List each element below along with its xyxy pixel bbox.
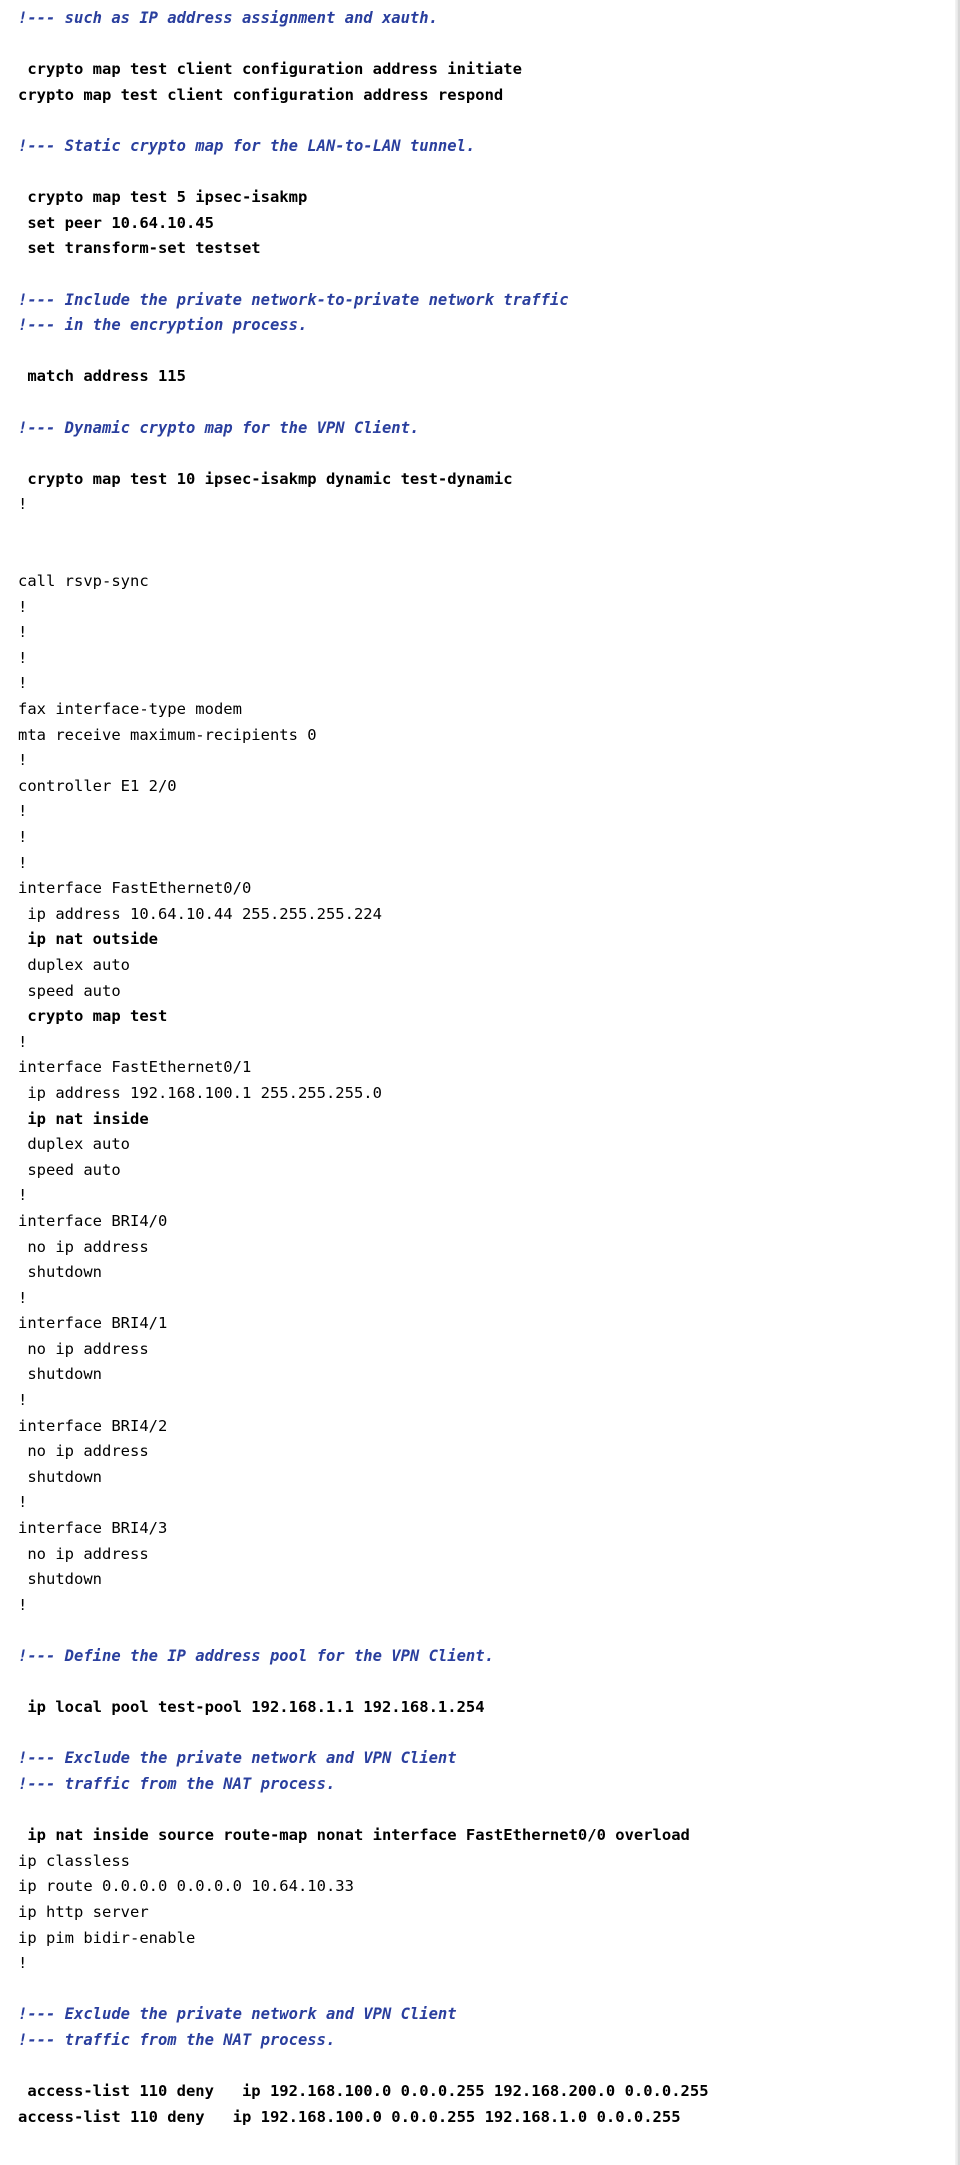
code-line: set transform-set testset	[18, 239, 261, 258]
code-line: ip nat inside source route-map nonat int…	[18, 1826, 690, 1845]
code-line: ip address 10.64.10.44 255.255.255.224	[18, 904, 382, 923]
code-line: !--- Define the IP address pool for the …	[18, 1647, 494, 1665]
code-line: duplex auto	[18, 955, 130, 974]
code-line: shutdown	[18, 1467, 102, 1486]
code-line: shutdown	[18, 1263, 102, 1282]
code-line: !--- Include the private network-to-priv…	[18, 290, 569, 309]
code-line: interface BRI4/1	[18, 1314, 168, 1333]
code-line: mta receive maximum-recipients 0	[18, 725, 317, 744]
code-line: !--- Dynamic crypto map for the VPN Clie…	[18, 418, 420, 437]
code-line: access-list 110 deny ip 192.168.100.0 0.…	[18, 2107, 681, 2126]
code-line: !	[18, 623, 28, 642]
code-line: ip pim bidir-enable	[18, 1928, 196, 1947]
code-line: !	[18, 1954, 28, 1973]
code-line: shutdown	[18, 1570, 102, 1589]
page-edge-shadow	[955, 0, 958, 2165]
code-line: no ip address	[18, 1544, 149, 1563]
code-line: crypto map test	[18, 1007, 168, 1026]
code-line: crypto map test 5 ipsec-isakmp	[18, 188, 308, 207]
code-line: crypto map test client configuration add…	[18, 60, 522, 79]
code-line: interface BRI4/2	[18, 1416, 168, 1435]
code-line: interface BRI4/0	[18, 1211, 168, 1230]
code-line: ip route 0.0.0.0 0.0.0.0 10.64.10.33	[18, 1877, 354, 1896]
code-line: !--- Exclude the private network and VPN…	[18, 2005, 457, 2024]
code-line: !	[18, 802, 28, 821]
code-line: !--- in the encryption process.	[18, 316, 308, 335]
code-line: ip address 192.168.100.1 255.255.255.0	[18, 1083, 382, 1102]
code-line: !--- Static crypto map for the LAN-to-LA…	[18, 136, 476, 155]
code-line: interface BRI4/3	[18, 1519, 168, 1538]
code-line: set peer 10.64.10.45	[18, 213, 214, 232]
code-line: call rsvp-sync	[18, 572, 149, 591]
code-line: controller E1 2/0	[18, 776, 177, 795]
code-line: speed auto	[18, 1160, 121, 1179]
code-line: ip http server	[18, 1902, 149, 1921]
code-line: !	[18, 597, 28, 616]
code-line: duplex auto	[18, 1135, 130, 1154]
code-line: shutdown	[18, 1365, 102, 1384]
code-line: ip local pool test-pool 192.168.1.1 192.…	[18, 1698, 485, 1717]
code-line: !	[18, 495, 28, 514]
code-line: !	[18, 648, 28, 667]
code-line: !	[18, 1595, 28, 1614]
config-listing-page: !--- such as IP address assignment and x…	[0, 0, 960, 2165]
code-line: !	[18, 828, 28, 846]
code-line: !--- traffic from the NAT process.	[18, 1774, 336, 1793]
code-line: speed auto	[18, 981, 121, 1000]
code-line: !	[18, 1493, 28, 1512]
code-block: !--- such as IP address assignment and x…	[0, 6, 958, 2130]
code-line: !	[18, 1186, 28, 1205]
code-line: !	[18, 1391, 28, 1410]
code-line: fax interface-type modem	[18, 700, 242, 719]
code-line: !	[18, 853, 28, 872]
code-line: interface FastEthernet0/1	[18, 1058, 252, 1077]
code-line: no ip address	[18, 1237, 149, 1256]
code-line: !	[18, 1032, 28, 1051]
code-line: interface FastEthernet0/0	[18, 879, 252, 898]
code-line: ip classless	[18, 1851, 130, 1870]
code-line: !	[18, 674, 28, 693]
code-line: no ip address	[18, 1339, 149, 1358]
code-line: crypto map test 10 ipsec-isakmp dynamic …	[18, 469, 513, 488]
code-line: ip nat inside	[18, 1109, 149, 1128]
code-line: !--- Exclude the private network and VPN…	[18, 1749, 457, 1768]
code-line: crypto map test client configuration add…	[18, 85, 504, 104]
code-line: access-list 110 deny ip 192.168.100.0 0.…	[18, 2082, 709, 2101]
code-line: ip nat outside	[18, 930, 158, 949]
code-line: match address 115	[18, 367, 186, 386]
code-line: !--- such as IP address assignment and x…	[18, 9, 438, 27]
code-line: !	[18, 751, 28, 770]
code-line: no ip address	[18, 1442, 149, 1461]
code-line: !--- traffic from the NAT process.	[18, 2030, 336, 2049]
code-line: !	[18, 1288, 28, 1307]
